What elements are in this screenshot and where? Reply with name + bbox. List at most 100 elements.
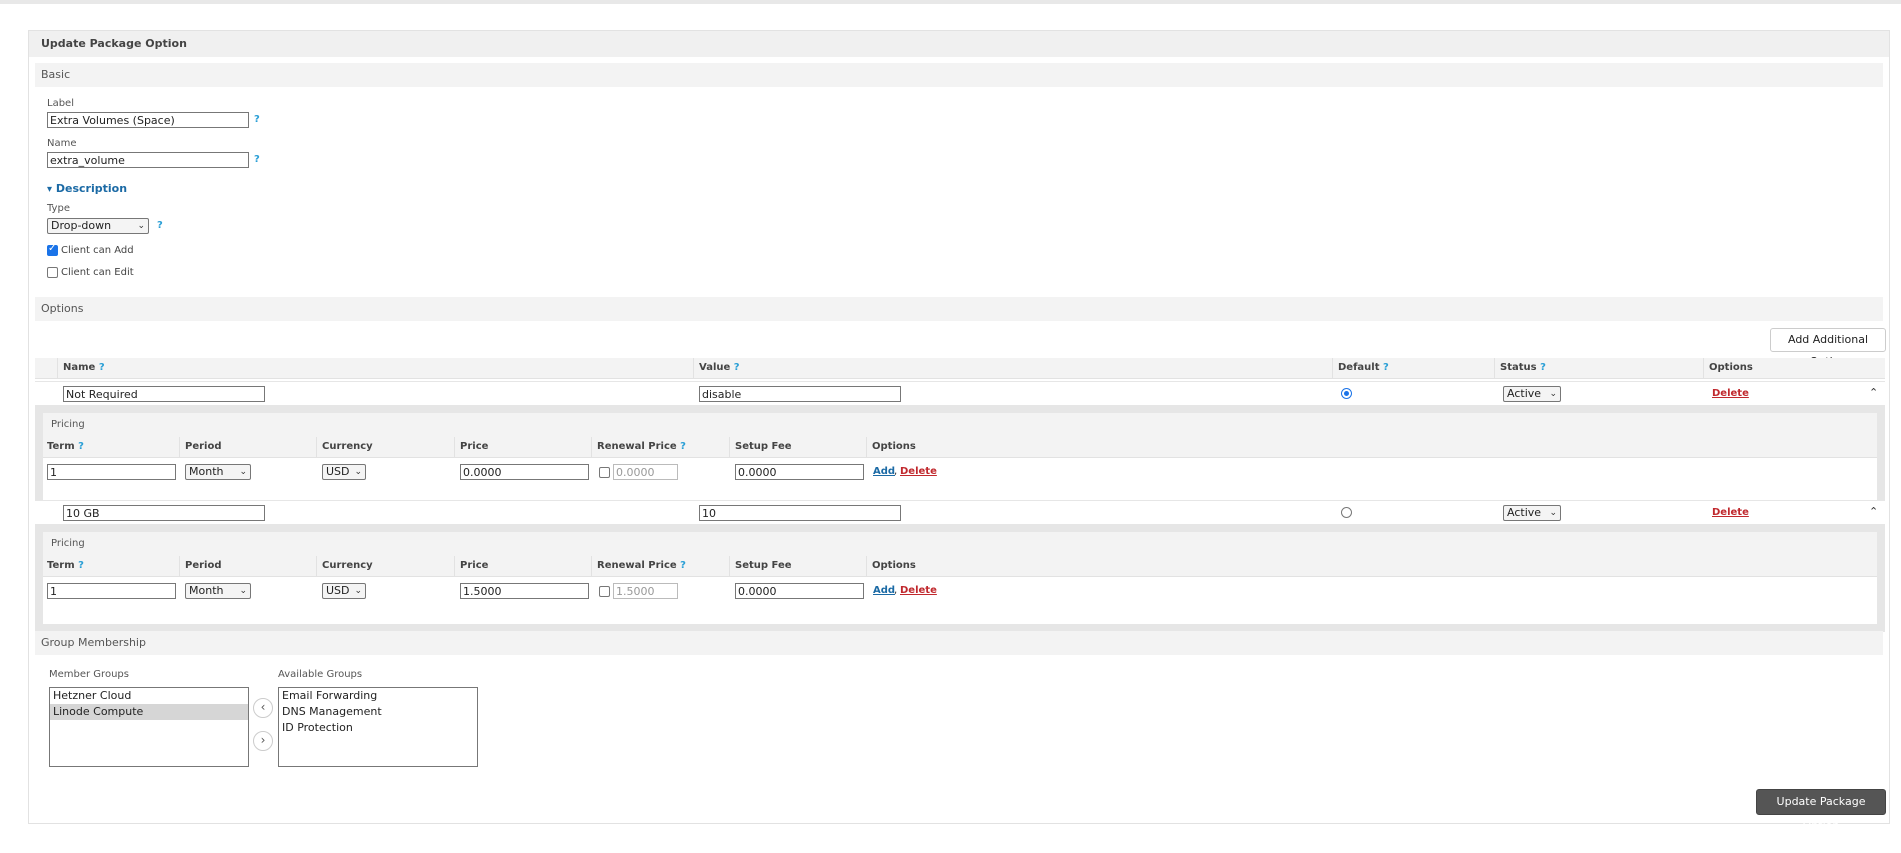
column-currency: Currency (322, 560, 373, 571)
term-input[interactable] (47, 464, 176, 480)
default-radio[interactable] (1341, 388, 1352, 399)
renewal-price-checkbox[interactable] (599, 586, 610, 597)
chevron-down-icon: ⌄ (137, 221, 145, 231)
panel-title: Update Package Option (29, 31, 1889, 57)
chevron-down-icon: ⌄ (354, 586, 362, 596)
pricing-title: Pricing (43, 532, 1877, 556)
label-input[interactable] (47, 112, 249, 128)
column-options: Options (1709, 362, 1753, 373)
currency-select[interactable]: USD ⌄ (322, 583, 366, 599)
column-period: Period (185, 560, 222, 571)
chevron-down-icon: ⌄ (239, 586, 247, 596)
description-toggle-label: Description (55, 182, 128, 195)
type-help-icon[interactable]: ? (157, 220, 163, 231)
label-help-icon[interactable]: ? (254, 114, 260, 125)
column-options: Options (872, 560, 916, 571)
list-item[interactable]: Linode Compute (50, 704, 248, 720)
pricing-row: Month ⌄ USD ⌄ Add , Delete (43, 457, 1877, 485)
pricing-table-header: Term ? Period Currency Price Renewal Pri… (43, 437, 1877, 458)
name-input[interactable] (47, 152, 249, 168)
chevron-up-icon[interactable]: ⌃ (1869, 386, 1878, 399)
column-name: Name ? (63, 362, 105, 373)
name-field-label: Name (47, 138, 77, 149)
type-select[interactable]: Drop-down ⌄ (47, 218, 149, 234)
column-setup-fee: Setup Fee (735, 441, 792, 452)
delete-pricing-link[interactable]: Delete (900, 585, 937, 596)
type-field-label: Type (47, 203, 70, 214)
renewal-price-input[interactable] (613, 583, 678, 599)
term-input[interactable] (47, 583, 176, 599)
option-value-input[interactable] (699, 505, 901, 521)
pricing-container: Pricing Term ? Period Currency Price Ren… (35, 524, 1885, 632)
period-select[interactable]: Month ⌄ (185, 583, 251, 599)
list-item[interactable]: Email Forwarding (279, 688, 477, 704)
delete-option-link[interactable]: Delete (1712, 507, 1749, 518)
list-item[interactable]: DNS Management (279, 704, 477, 720)
column-term: Term ? (47, 441, 84, 452)
options-table-header: Name ? Value ? Default ? Status ? Option… (35, 358, 1885, 379)
move-right-button[interactable]: › (253, 731, 273, 751)
options-section-heading: Options (35, 297, 1883, 321)
label-field-label: Label (47, 98, 74, 109)
list-item[interactable]: Hetzner Cloud (50, 688, 248, 704)
option-value-input[interactable] (699, 386, 901, 402)
top-bar (0, 0, 1901, 4)
period-select[interactable]: Month ⌄ (185, 464, 251, 480)
client-can-edit-checkbox[interactable] (47, 267, 58, 278)
status-select-value: Active (1507, 506, 1542, 519)
pricing-row: Month ⌄ USD ⌄ Add , Delete (43, 576, 1877, 604)
status-select[interactable]: Active ⌄ (1503, 505, 1561, 521)
status-select-value: Active (1507, 387, 1542, 400)
column-value: Value ? (699, 362, 740, 373)
delete-pricing-link[interactable]: Delete (900, 466, 937, 477)
price-input[interactable] (460, 464, 589, 480)
available-groups-label: Available Groups (278, 669, 363, 680)
add-additional-option-button[interactable]: Add Additional Option (1770, 328, 1886, 368)
column-currency: Currency (322, 441, 373, 452)
column-status: Status ? (1500, 362, 1546, 373)
basic-section-heading: Basic (35, 63, 1883, 87)
update-package-option-button[interactable]: Update Package Option (1756, 789, 1886, 832)
default-radio[interactable] (1341, 507, 1352, 518)
setup-fee-input[interactable] (735, 464, 864, 480)
column-price: Price (460, 560, 489, 571)
member-groups-label: Member Groups (49, 669, 129, 680)
renewal-price-checkbox[interactable] (599, 467, 610, 478)
chevron-up-icon[interactable]: ⌃ (1869, 505, 1878, 518)
chevron-down-icon: ⌄ (1549, 508, 1557, 518)
column-options: Options (872, 441, 916, 452)
available-groups-list[interactable]: Email Forwarding DNS Management ID Prote… (278, 687, 478, 767)
description-toggle[interactable]: ▾ Description (47, 182, 127, 195)
move-left-button[interactable]: ‹ (253, 698, 273, 718)
add-pricing-link[interactable]: Add (873, 466, 895, 477)
period-select-value: Month (189, 584, 224, 597)
pricing-title: Pricing (43, 413, 1877, 437)
member-groups-list[interactable]: Hetzner Cloud Linode Compute (49, 687, 249, 767)
column-renewal-price: Renewal Price ? (597, 441, 686, 452)
column-renewal-price: Renewal Price ? (597, 560, 686, 571)
pricing-table-header: Term ? Period Currency Price Renewal Pri… (43, 556, 1877, 577)
option-row: Active ⌄ Delete ⌃ (35, 381, 1885, 407)
caret-down-icon: ▾ (47, 184, 53, 195)
type-select-value: Drop-down (51, 219, 112, 232)
list-item[interactable]: ID Protection (279, 720, 477, 736)
price-input[interactable] (460, 583, 589, 599)
chevron-down-icon: ⌄ (354, 467, 362, 477)
currency-select-value: USD (326, 465, 350, 478)
setup-fee-input[interactable] (735, 583, 864, 599)
option-name-input[interactable] (63, 505, 265, 521)
client-can-edit-label: Client can Edit (61, 267, 134, 278)
add-pricing-link[interactable]: Add (873, 585, 895, 596)
name-help-icon[interactable]: ? (254, 154, 260, 165)
link-separator: , (894, 585, 898, 596)
update-package-option-panel: Update Package Option Basic Label ? Name… (28, 30, 1890, 832)
currency-select[interactable]: USD ⌄ (322, 464, 366, 480)
column-term: Term ? (47, 560, 84, 571)
renewal-price-input[interactable] (613, 464, 678, 480)
option-name-input[interactable] (63, 386, 265, 402)
delete-option-link[interactable]: Delete (1712, 388, 1749, 399)
currency-select-value: USD (326, 584, 350, 597)
client-can-add-checkbox[interactable] (47, 243, 58, 256)
column-default: Default ? (1338, 362, 1389, 373)
status-select[interactable]: Active ⌄ (1503, 386, 1561, 402)
